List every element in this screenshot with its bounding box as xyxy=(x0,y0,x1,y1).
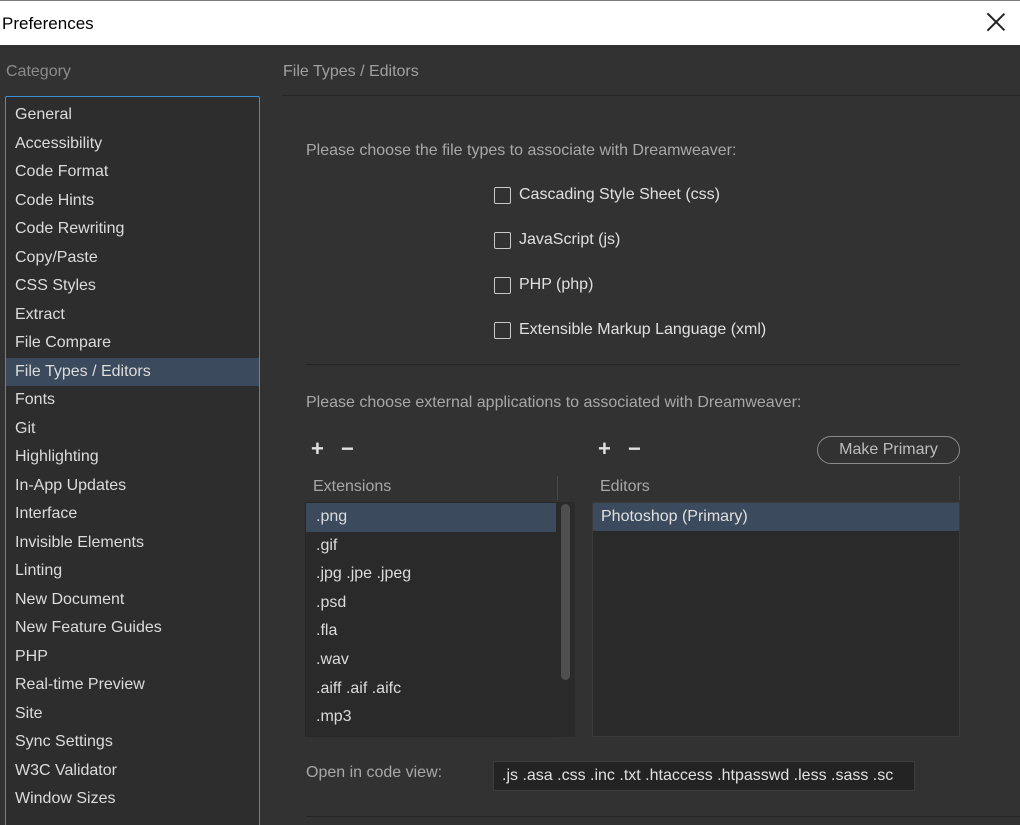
checkbox-label: Extensible Markup Language (xml) xyxy=(519,321,766,339)
checkbox-label: PHP (php) xyxy=(519,276,593,294)
sidebar-item-highlighting[interactable]: Highlighting xyxy=(6,443,259,472)
remove-editor-button[interactable]: − xyxy=(628,438,641,460)
sidebar-item-sync-settings[interactable]: Sync Settings xyxy=(6,728,259,757)
sidebar-item-linting[interactable]: Linting xyxy=(6,557,259,586)
add-extension-button[interactable]: + xyxy=(311,438,324,460)
sidebar-item-real-time-preview[interactable]: Real-time Preview xyxy=(6,671,259,700)
sidebar-item-accessibility[interactable]: Accessibility xyxy=(6,130,259,159)
extension-item[interactable]: .fla xyxy=(306,617,558,646)
title-divider xyxy=(283,95,1020,96)
filetype-css-checkbox[interactable]: Cascading Style Sheet (css) xyxy=(494,185,720,205)
bottom-divider xyxy=(306,816,1020,817)
checkbox-label: Cascading Style Sheet (css) xyxy=(519,186,720,204)
sidebar-item-new-feature-guides[interactable]: New Feature Guides xyxy=(6,614,259,643)
sidebar-item-code-hints[interactable]: Code Hints xyxy=(6,187,259,216)
checkbox-icon[interactable] xyxy=(494,322,511,339)
extension-item[interactable]: .mp3 xyxy=(306,703,558,732)
filetypes-prompt: Please choose the file types to associat… xyxy=(306,142,736,160)
column-separator xyxy=(959,476,960,500)
sidebar-item-code-format[interactable]: Code Format xyxy=(6,158,259,187)
sidebar-item-copy-paste[interactable]: Copy/Paste xyxy=(6,244,259,273)
extensions-header: Extensions xyxy=(313,478,391,496)
sidebar-item-file-types-editors[interactable]: File Types / Editors xyxy=(6,358,259,387)
editors-header: Editors xyxy=(600,478,650,496)
close-icon[interactable] xyxy=(986,12,1006,32)
checkbox-icon[interactable] xyxy=(494,187,511,204)
filetype-js-checkbox[interactable]: JavaScript (js) xyxy=(494,230,620,250)
column-separator xyxy=(557,476,558,500)
extension-item[interactable]: .png xyxy=(306,503,558,532)
extension-item[interactable]: .gif xyxy=(306,532,558,561)
remove-extension-button[interactable]: − xyxy=(341,438,354,460)
category-label: Category xyxy=(6,63,71,81)
editor-item[interactable]: Photoshop (Primary) xyxy=(593,503,959,531)
sidebar-item-window-sizes[interactable]: Window Sizes xyxy=(6,785,259,814)
sidebar-item-extract[interactable]: Extract xyxy=(6,301,259,330)
apps-prompt: Please choose external applications to a… xyxy=(306,394,801,412)
sidebar-item-in-app-updates[interactable]: In-App Updates xyxy=(6,472,259,501)
extension-item[interactable]: .psd xyxy=(306,589,558,618)
filetype-xml-checkbox[interactable]: Extensible Markup Language (xml) xyxy=(494,320,766,340)
sidebar-item-fonts[interactable]: Fonts xyxy=(6,386,259,415)
extensions-scrollbar[interactable] xyxy=(556,502,575,737)
section-title: File Types / Editors xyxy=(283,63,419,81)
extensions-list[interactable]: .png.gif.jpg .jpe .jpeg.psd.fla.wav.aiff… xyxy=(305,502,575,737)
extension-item[interactable]: .aiff .aif .aifc xyxy=(306,675,558,704)
extension-item[interactable]: .wav xyxy=(306,646,558,675)
sidebar-item-w3c-validator[interactable]: W3C Validator xyxy=(6,757,259,786)
filetype-php-checkbox[interactable]: PHP (php) xyxy=(494,275,593,295)
sidebar-item-general[interactable]: General xyxy=(6,101,259,130)
category-list[interactable]: GeneralAccessibilityCode FormatCode Hint… xyxy=(5,96,260,825)
codeview-label: Open in code view: xyxy=(306,764,442,782)
section-divider xyxy=(306,364,960,365)
add-editor-button[interactable]: + xyxy=(598,438,611,460)
sidebar-item-file-compare[interactable]: File Compare xyxy=(6,329,259,358)
sidebar-item-site[interactable]: Site xyxy=(6,700,259,729)
sidebar-item-code-rewriting[interactable]: Code Rewriting xyxy=(6,215,259,244)
window-title: Preferences xyxy=(2,14,94,34)
editors-list[interactable]: Photoshop (Primary) xyxy=(592,502,960,737)
scrollbar-thumb[interactable] xyxy=(561,504,570,680)
sidebar-item-interface[interactable]: Interface xyxy=(6,500,259,529)
sidebar-item-php[interactable]: PHP xyxy=(6,643,259,672)
title-bar: Preferences xyxy=(0,0,1020,45)
checkbox-label: JavaScript (js) xyxy=(519,231,620,249)
make-primary-button[interactable]: Make Primary xyxy=(817,436,960,464)
checkbox-icon[interactable] xyxy=(494,277,511,294)
checkbox-icon[interactable] xyxy=(494,232,511,249)
sidebar-item-invisible-elements[interactable]: Invisible Elements xyxy=(6,529,259,558)
extension-item[interactable]: .jpg .jpe .jpeg xyxy=(306,560,558,589)
codeview-input[interactable]: .js .asa .css .inc .txt .htaccess .htpas… xyxy=(493,761,915,791)
sidebar-item-git[interactable]: Git xyxy=(6,415,259,444)
sidebar-item-css-styles[interactable]: CSS Styles xyxy=(6,272,259,301)
sidebar-item-new-document[interactable]: New Document xyxy=(6,586,259,615)
